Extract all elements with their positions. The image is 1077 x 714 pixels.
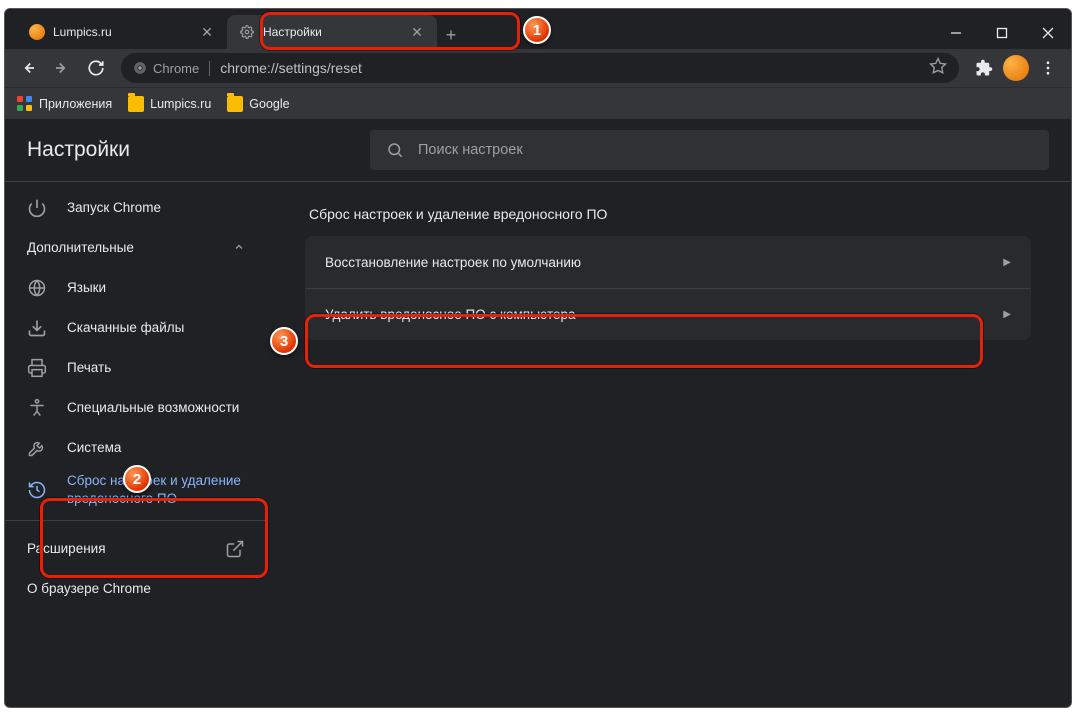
sidebar: Запуск Chrome Дополнительные Языки Скача…: [5, 182, 265, 707]
external-link-icon: [225, 539, 245, 559]
tab-title: Настройки: [263, 25, 409, 39]
globe-icon: [27, 278, 47, 298]
section-title: Сброс настроек и удаление вредоносного П…: [305, 206, 1031, 222]
chrome-logo-icon: [133, 61, 147, 75]
sidebar-label: Сброс настроек и удаление вредоносного П…: [67, 472, 245, 508]
divider: [5, 520, 265, 521]
tab-title: Lumpics.ru: [53, 25, 199, 39]
chrome-label: Chrome: [153, 61, 199, 76]
profile-avatar[interactable]: [1003, 55, 1029, 81]
bookmark-folder-google[interactable]: Google: [227, 96, 289, 112]
settings-search[interactable]: [370, 130, 1049, 170]
forward-button[interactable]: [47, 53, 77, 83]
settings-header: Настройки: [5, 119, 1071, 181]
sidebar-item-about[interactable]: О браузере Chrome: [5, 569, 265, 609]
printer-icon: [27, 358, 47, 378]
sidebar-item-downloads[interactable]: Скачанные файлы: [5, 308, 265, 348]
url-text: chrome://settings/reset: [220, 60, 919, 76]
bookmark-label: Google: [249, 97, 289, 111]
settings-page: Настройки Запуск Chrome Дополнительные: [5, 119, 1071, 707]
sidebar-label: Расширения: [27, 540, 205, 558]
folder-icon: [227, 96, 243, 112]
sidebar-item-accessibility[interactable]: Специальные возможности: [5, 388, 265, 428]
row-label: Восстановление настроек по умолчанию: [325, 255, 581, 270]
restore-icon: [27, 480, 47, 500]
chevron-right-icon: ▶: [1003, 309, 1011, 320]
sidebar-label: Печать: [67, 359, 245, 377]
power-icon: [27, 198, 47, 218]
accessibility-icon: [27, 398, 47, 418]
sidebar-label: Система: [67, 439, 245, 457]
bookmark-label: Lumpics.ru: [150, 97, 211, 111]
download-icon: [27, 318, 47, 338]
bookmark-star-icon[interactable]: [929, 57, 947, 80]
folder-icon: [128, 96, 144, 112]
sidebar-item-reset[interactable]: Сброс настроек и удаление вредоносного П…: [5, 468, 265, 512]
content-area: Сброс настроек и удаление вредоносного П…: [265, 182, 1071, 707]
site-info[interactable]: Chrome: [133, 61, 210, 76]
row-restore-defaults[interactable]: Восстановление настроек по умолчанию ▶: [305, 236, 1031, 288]
tab-close-icon[interactable]: ✕: [409, 24, 425, 40]
sidebar-section-advanced[interactable]: Дополнительные: [5, 228, 265, 268]
extensions-button[interactable]: [969, 53, 999, 83]
sidebar-label: Специальные возможности: [67, 399, 245, 417]
sidebar-item-languages[interactable]: Языки: [5, 268, 265, 308]
tab-lumpics[interactable]: Lumpics.ru ✕: [17, 15, 227, 49]
page-title: Настройки: [27, 138, 130, 162]
sidebar-label: Скачанные файлы: [67, 319, 245, 337]
wrench-icon: [27, 438, 47, 458]
apps-label: Приложения: [39, 97, 112, 111]
search-icon: [386, 141, 404, 159]
apps-shortcut[interactable]: Приложения: [17, 96, 112, 112]
row-cleanup[interactable]: Удалить вредоносное ПО с компьютера ▶: [305, 288, 1031, 340]
toolbar: Chrome chrome://settings/reset: [5, 49, 1071, 87]
settings-card: Восстановление настроек по умолчанию ▶ У…: [305, 236, 1031, 340]
sidebar-item-print[interactable]: Печать: [5, 348, 265, 388]
apps-icon: [17, 96, 33, 112]
sidebar-item-system[interactable]: Система: [5, 428, 265, 468]
close-button[interactable]: [1025, 17, 1071, 49]
settings-body: Запуск Chrome Дополнительные Языки Скача…: [5, 181, 1071, 707]
window-controls: [933, 17, 1071, 49]
maximize-button[interactable]: [979, 17, 1025, 49]
search-input[interactable]: [418, 142, 1033, 158]
favicon-orange-icon: [29, 24, 45, 40]
browser-window: Lumpics.ru ✕ Настройки ✕ + Chr: [4, 8, 1072, 708]
sidebar-label: Языки: [67, 279, 245, 297]
bookmarks-bar: Приложения Lumpics.ru Google: [5, 87, 1071, 119]
menu-button[interactable]: [1033, 53, 1063, 83]
tab-settings[interactable]: Настройки ✕: [227, 15, 437, 49]
sidebar-label: Дополнительные: [27, 239, 213, 257]
sidebar-label: Запуск Chrome: [67, 199, 245, 217]
minimize-button[interactable]: [933, 17, 979, 49]
bookmark-folder-lumpics[interactable]: Lumpics.ru: [128, 96, 211, 112]
title-bar: Lumpics.ru ✕ Настройки ✕ +: [5, 9, 1071, 49]
sidebar-item-startup[interactable]: Запуск Chrome: [5, 188, 265, 228]
row-label: Удалить вредоносное ПО с компьютера: [325, 307, 576, 322]
sidebar-label: О браузере Chrome: [27, 580, 245, 598]
gear-icon: [239, 24, 255, 40]
back-button[interactable]: [13, 53, 43, 83]
chevron-up-icon: [233, 241, 245, 256]
tab-strip: Lumpics.ru ✕ Настройки ✕ +: [5, 9, 933, 49]
tab-close-icon[interactable]: ✕: [199, 24, 215, 40]
reload-button[interactable]: [81, 53, 111, 83]
address-bar[interactable]: Chrome chrome://settings/reset: [121, 53, 959, 83]
new-tab-button[interactable]: +: [437, 21, 465, 49]
chevron-right-icon: ▶: [1003, 257, 1011, 268]
sidebar-item-extensions[interactable]: Расширения: [5, 529, 265, 569]
